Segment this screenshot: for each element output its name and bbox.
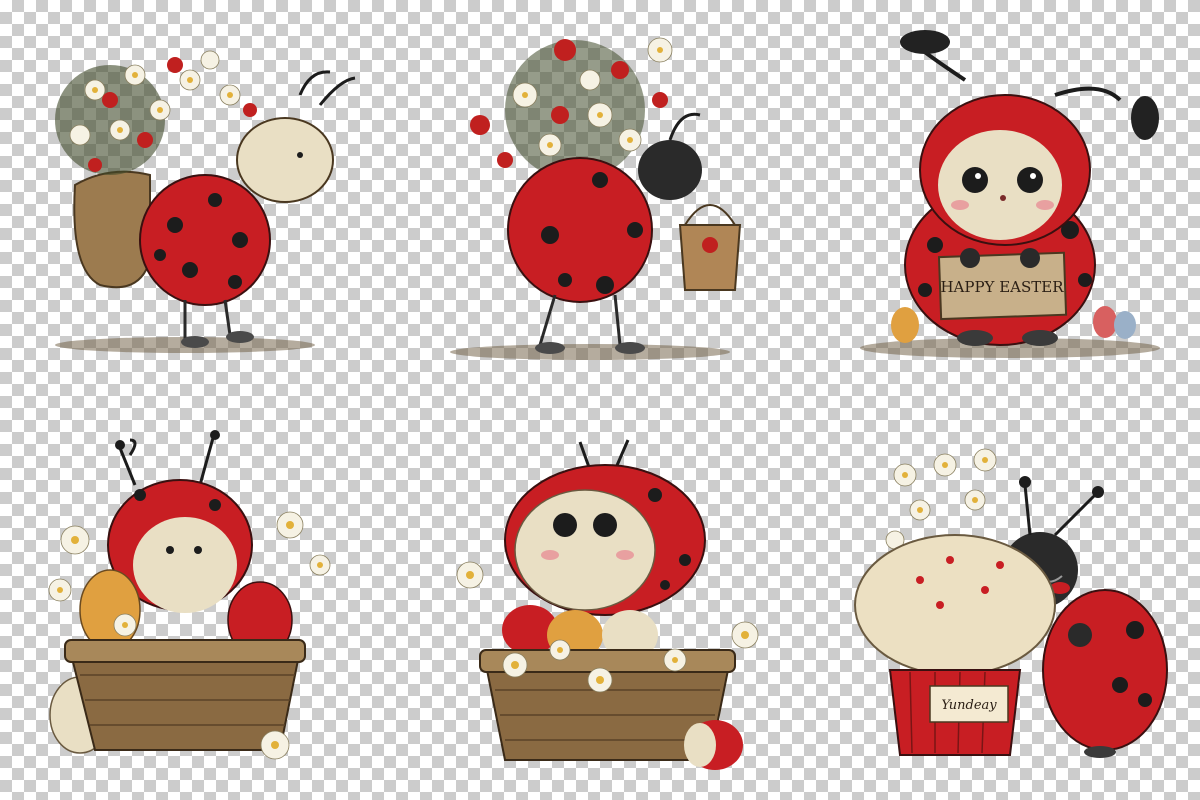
cupcake-tag: Yundeay bbox=[929, 685, 1009, 723]
ladybug-flower-bouquet-basket-illustration bbox=[400, 0, 800, 400]
ladybug-flower-backpack-illustration bbox=[0, 0, 400, 400]
happy-easter-sign: HAPPY EASTER bbox=[937, 251, 1068, 321]
ladybug-happy-easter-sign-illustration: HAPPY EASTER bbox=[800, 0, 1200, 400]
ladybug-dome-in-egg-basket-illustration bbox=[400, 400, 800, 800]
flower-bouquet bbox=[55, 50, 257, 175]
ladybug-in-egg-basket-illustration bbox=[0, 400, 400, 800]
sign-text: HAPPY EASTER bbox=[940, 278, 1064, 296]
ladybug-hugging-cupcake-illustration: Yundeay bbox=[800, 400, 1200, 800]
tag-text: Yundeay bbox=[941, 698, 997, 713]
transparent-canvas: HAPPY EASTER Yundeay bbox=[0, 0, 1200, 800]
